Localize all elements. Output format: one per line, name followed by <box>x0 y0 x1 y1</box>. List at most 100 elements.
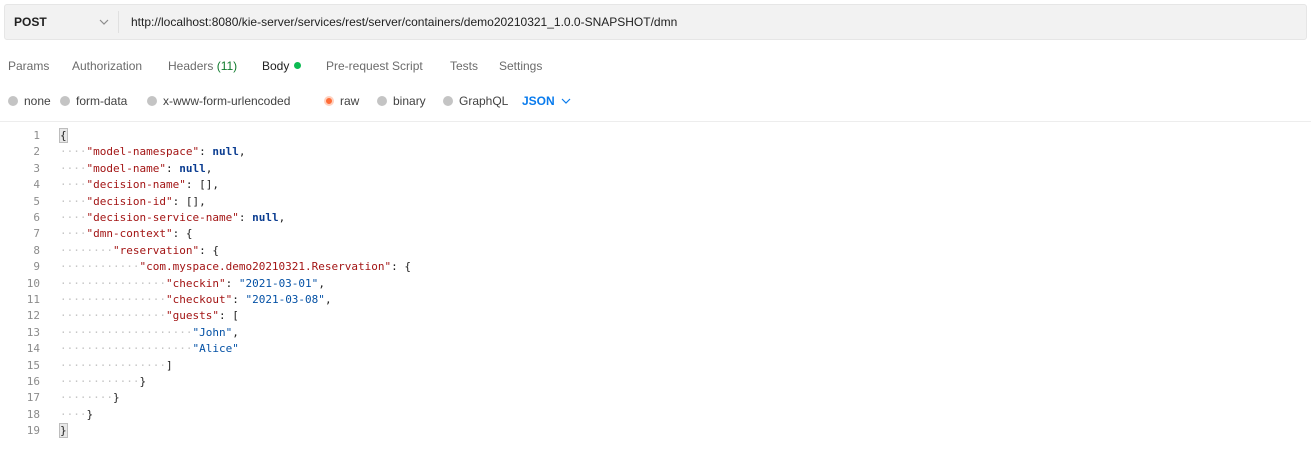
indent-guide: ···· <box>60 194 87 208</box>
json-punct: } <box>59 423 68 439</box>
indent-guide: ···· <box>60 407 87 421</box>
json-punct: : { <box>391 260 412 274</box>
json-punct: : <box>225 276 239 290</box>
radio-graphql[interactable]: GraphQL <box>443 93 508 109</box>
tab-settings[interactable]: Settings <box>499 58 542 74</box>
json-key: "checkout" <box>165 293 233 306</box>
json-punct: : <box>232 293 246 306</box>
tab-body[interactable]: Body <box>262 58 302 74</box>
json-null: null <box>179 161 206 175</box>
code-text: { <box>59 128 68 144</box>
indent-guide: ················ <box>60 309 166 323</box>
indent-guide: ················ <box>60 358 166 372</box>
chevron-down-icon[interactable] <box>97 15 111 29</box>
tab-tests[interactable]: Tests <box>450 58 478 74</box>
json-punct: : <box>165 161 180 175</box>
tab-authorization[interactable]: Authorization <box>72 58 142 74</box>
url-input[interactable]: http://localhost:8080/kie-server/service… <box>131 5 677 39</box>
line-number: 19 <box>26 424 40 438</box>
indent-guide: ················ <box>60 276 166 290</box>
json-punct: , <box>238 145 246 159</box>
line-number: 3 <box>33 161 40 175</box>
line-number: 9 <box>33 260 40 274</box>
divider <box>0 121 1311 122</box>
radio-label: form-data <box>76 94 128 108</box>
code-text: ············"com.myspace.demo20210321.Re… <box>60 259 411 275</box>
radio-icon <box>377 96 387 106</box>
code-text: ····"decision-service-name": null, <box>60 210 285 226</box>
tab-params[interactable]: Params <box>8 58 49 74</box>
line-number: 2 <box>33 145 40 159</box>
line-number: 4 <box>33 178 40 192</box>
radio-icon <box>147 96 157 106</box>
radio-binary[interactable]: binary <box>377 93 426 109</box>
radio-none[interactable]: none <box>8 93 51 109</box>
tab-headers[interactable]: Headers (11) <box>168 58 237 74</box>
code-text: ········} <box>60 390 120 406</box>
json-key: "checkin" <box>165 276 226 290</box>
json-string: "John" <box>192 325 233 339</box>
line-number: 8 <box>33 243 40 257</box>
radio-selected-icon <box>324 96 334 106</box>
code-text: ····"model-namespace": null, <box>60 144 245 160</box>
line-number: 10 <box>26 276 40 290</box>
json-key: "decision-service-name" <box>86 211 239 224</box>
line-number: 7 <box>33 227 40 241</box>
json-punct: , <box>232 325 239 339</box>
json-punct: : [], <box>172 194 206 208</box>
json-punct: : <box>238 211 253 224</box>
tab-body-label: Body <box>262 59 290 73</box>
json-punct: , <box>205 161 213 175</box>
radio-raw[interactable]: raw <box>324 93 359 109</box>
json-punct: , <box>324 293 332 306</box>
json-punct: , <box>278 211 286 224</box>
line-number: 1 <box>33 129 40 142</box>
line-number: 13 <box>26 325 40 339</box>
radio-label: raw <box>340 94 360 108</box>
code-text: ················"guests": [ <box>60 308 239 324</box>
json-key: "decision-name" <box>86 178 186 192</box>
indent-guide: ········ <box>60 243 113 257</box>
code-text: ····"decision-id": [], <box>60 194 206 210</box>
json-null: null <box>212 145 239 159</box>
code-text: ····"dmn-context": { <box>60 226 192 242</box>
indent-guide: ···· <box>60 161 87 175</box>
code-text: ····················"John", <box>60 325 239 341</box>
radio-icon <box>60 96 70 106</box>
code-text: ········"reservation": { <box>60 243 219 259</box>
json-punct: : [ <box>218 309 239 323</box>
json-punct: , <box>318 276 325 290</box>
indent-guide: ···················· <box>60 342 193 356</box>
json-punct: } <box>139 375 147 388</box>
language-label: JSON <box>522 94 555 108</box>
code-text: } <box>59 423 68 439</box>
indent-guide: ········ <box>60 391 113 405</box>
radio-x-www-form-urlencoded[interactable]: x-www-form-urlencoded <box>147 93 290 109</box>
indent-guide: ···················· <box>60 325 193 339</box>
json-key: "com.myspace.demo20210321.Reservation" <box>139 260 392 274</box>
json-key: "decision-id" <box>86 194 173 208</box>
method-select[interactable]: POST <box>14 5 47 39</box>
language-select[interactable]: JSON <box>522 93 571 109</box>
indent-guide: ············ <box>60 260 140 274</box>
code-text: ····} <box>60 407 93 423</box>
line-number: 16 <box>26 375 40 388</box>
radio-form-data[interactable]: form-data <box>60 93 127 109</box>
code-text: ················] <box>60 358 173 374</box>
json-punct: : { <box>172 227 193 241</box>
tab-headers-count: (11) <box>216 59 238 73</box>
line-number: 5 <box>33 194 40 208</box>
json-punct: : { <box>199 243 219 257</box>
code-text: ····"model-name": null, <box>60 161 212 177</box>
indent-guide: ············ <box>60 375 140 388</box>
line-number: 12 <box>26 309 40 323</box>
json-key: "guests" <box>165 309 219 323</box>
radio-label: binary <box>393 94 426 108</box>
tab-pre-request-script[interactable]: Pre-request Script <box>326 58 423 74</box>
code-text: ················"checkin": "2021-03-01", <box>60 276 325 292</box>
indent-guide: ···· <box>60 227 87 241</box>
json-punct: : <box>199 145 213 159</box>
line-number: 11 <box>26 293 40 306</box>
json-key: "dmn-context" <box>86 227 173 241</box>
json-punct: } <box>86 407 94 421</box>
